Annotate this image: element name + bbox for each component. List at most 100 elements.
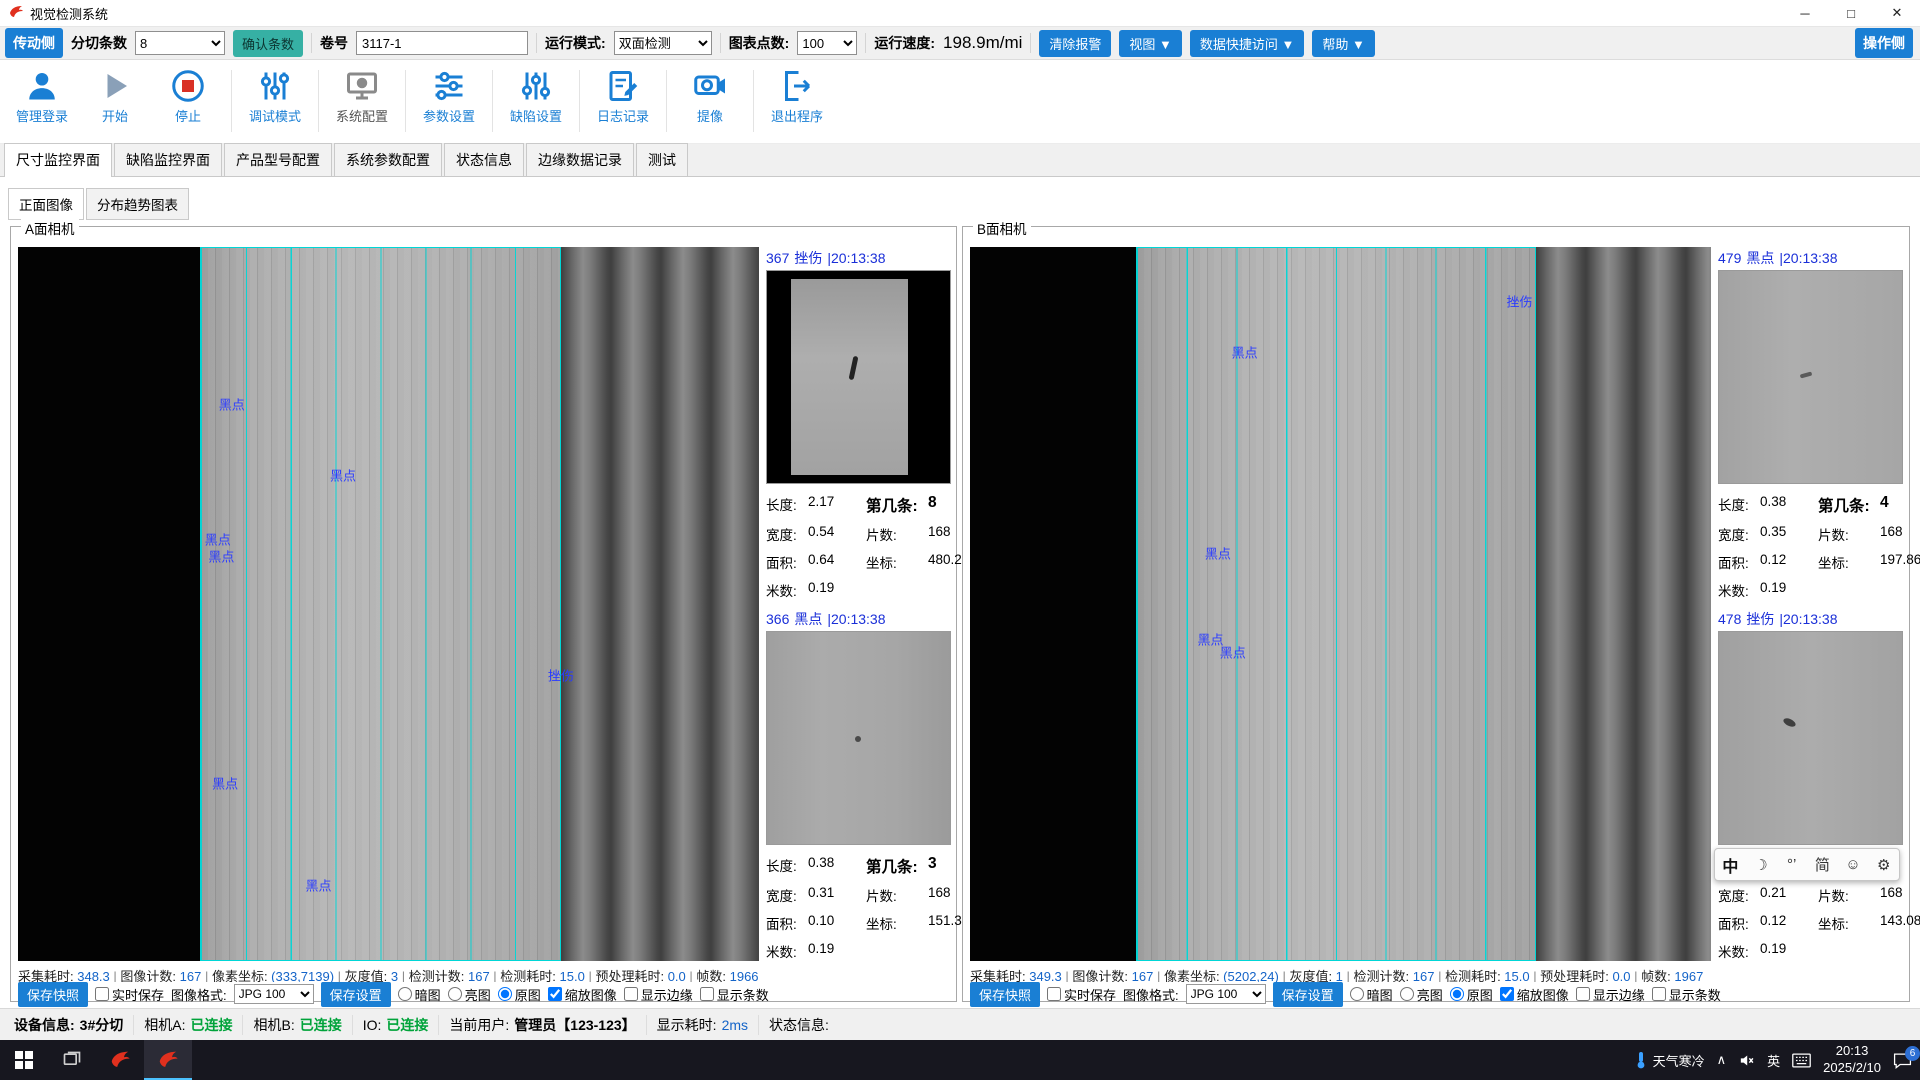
view-menu-button[interactable]: 视图 ▼ — [1119, 30, 1181, 57]
show-count-checkbox[interactable]: 显示条数 — [1652, 985, 1721, 1004]
tab-test[interactable]: 测试 — [636, 143, 688, 176]
defect-stats: 长度:0.38 第几条:4 宽度:0.35 片数:168 面积:0.12 坐标:… — [1718, 484, 1903, 600]
main-tab-strip: 尺寸监控界面 缺陷监控界面 产品型号配置 系统参数配置 状态信息 边缘数据记录 … — [0, 144, 1920, 177]
capture-button[interactable]: 提像 — [680, 68, 740, 125]
bright-image-radio[interactable]: 亮图 — [448, 985, 491, 1004]
language-indicator[interactable]: 英 — [1767, 1051, 1780, 1070]
realtime-save-input[interactable] — [1047, 987, 1061, 1001]
show-edge-checkbox[interactable]: 显示边缘 — [1576, 985, 1645, 1004]
save-snapshot-button[interactable]: 保存快照 — [18, 982, 88, 1007]
ime-simplified-button[interactable]: 简 — [1807, 854, 1838, 875]
material-patch — [1719, 632, 1902, 844]
maximize-button[interactable]: □ — [1828, 0, 1874, 26]
save-settings-button[interactable]: 保存设置 — [1273, 982, 1343, 1007]
confirm-count-button[interactable]: 确认条数 — [233, 30, 303, 57]
equalizer-icon — [518, 68, 554, 104]
roll-number-input[interactable] — [356, 31, 528, 55]
tab-product-model-config[interactable]: 产品型号配置 — [224, 143, 332, 176]
touch-keyboard-icon[interactable] — [1792, 1053, 1811, 1068]
pieces-label: 片数: — [866, 524, 928, 544]
original-image-radio[interactable]: 原图 — [1450, 985, 1493, 1004]
data-quick-access-button[interactable]: 数据快捷访问 ▼ — [1190, 30, 1304, 57]
defect-thumbnail — [1718, 270, 1903, 484]
defect-card[interactable]: 479 黑点 |20:13:38 长度:0.38 第几条:4 宽度:0.35 片… — [1718, 247, 1903, 600]
dark-image-radio[interactable]: 暗图 — [398, 985, 441, 1004]
subtab-trend-chart[interactable]: 分布趋势图表 — [86, 188, 189, 220]
system-config-button[interactable]: 系统配置 — [332, 68, 392, 125]
image-format-label: 图像格式: — [171, 985, 227, 1004]
realtime-save-checkbox[interactable]: 实时保存 — [95, 985, 164, 1004]
realtime-save-checkbox[interactable]: 实时保存 — [1047, 985, 1116, 1004]
camera-b-image[interactable]: 黑点挫伤黑点黑点黑点 — [970, 247, 1711, 961]
drive-side-button[interactable]: 传动侧 — [5, 28, 63, 58]
close-button[interactable]: ✕ — [1874, 0, 1920, 26]
chart-points-label: 图表点数: — [729, 33, 790, 53]
tray-expand-icon[interactable]: ∧ — [1717, 1052, 1727, 1068]
notification-center-icon[interactable]: 6 — [1893, 1052, 1912, 1069]
volume-muted-icon[interactable] — [1738, 1052, 1755, 1069]
width-label: 宽度: — [1718, 524, 1760, 544]
help-menu-button[interactable]: 帮助 ▼ — [1312, 30, 1374, 57]
ime-emoji-icon[interactable]: ☺ — [1838, 856, 1869, 873]
clock[interactable]: 20:13 2025/2/10 — [1823, 1043, 1881, 1077]
defect-type: 挫伤 — [1746, 609, 1774, 629]
start-button[interactable]: 开始 — [85, 68, 145, 125]
tab-defect-monitor[interactable]: 缺陷监控界面 — [114, 143, 222, 176]
meters-label: 米数: — [766, 941, 808, 961]
tab-status-info[interactable]: 状态信息 — [444, 143, 524, 176]
current-user: 当前用户:管理员【123-123】 — [439, 1015, 646, 1035]
defect-card[interactable]: 478 挫伤 |20:13:38 长度:0.57 第几条:3 宽度:0.21 片… — [1718, 608, 1903, 961]
show-count-checkbox[interactable]: 显示条数 — [700, 985, 769, 1004]
width-value: 0.31 — [808, 885, 866, 905]
show-edge-checkbox[interactable]: 显示边缘 — [624, 985, 693, 1004]
camera-a-connection: 相机A:已连接 — [134, 1015, 243, 1035]
bright-image-radio[interactable]: 亮图 — [1400, 985, 1443, 1004]
icon-toolbar: 管理登录 开始 停止 调试模式 系统配置 参数设置 缺陷设置 日志记录 提像 退… — [0, 61, 1920, 144]
ime-settings-icon[interactable]: ⚙ — [1868, 856, 1899, 874]
exit-program-button[interactable]: 退出程序 — [767, 68, 827, 125]
dark-image-radio[interactable]: 暗图 — [1350, 985, 1393, 1004]
realtime-save-input[interactable] — [95, 987, 109, 1001]
stop-button[interactable]: 停止 — [158, 68, 218, 125]
run-mode-select[interactable]: 双面检测 — [614, 31, 712, 55]
slit-count-select[interactable]: 8 — [135, 31, 225, 55]
taskbar-app-icon[interactable] — [96, 1040, 144, 1080]
defect-type: 黑点 — [1746, 248, 1774, 268]
ime-punctuation-icon[interactable]: °’ — [1776, 856, 1807, 873]
defect-card[interactable]: 366 黑点 |20:13:38 长度:0.38 第几条:3 宽度:0.31 片… — [766, 608, 951, 961]
ime-language-mode-button[interactable]: 中 — [1715, 853, 1746, 877]
image-format-select[interactable]: JPG 100 — [234, 984, 314, 1004]
play-icon — [97, 68, 133, 104]
admin-login-button[interactable]: 管理登录 — [12, 68, 72, 125]
clear-alarm-button[interactable]: 清除报警 — [1039, 30, 1111, 57]
weather-item[interactable]: 天气寒冷 — [1634, 1051, 1705, 1070]
start-button[interactable] — [0, 1040, 48, 1080]
save-snapshot-button[interactable]: 保存快照 — [970, 982, 1040, 1007]
tab-edge-data-record[interactable]: 边缘数据记录 — [526, 143, 634, 176]
defect-id: 479 — [1718, 250, 1741, 266]
camera-a-image[interactable]: 黑点黑点黑点黑点挫伤黑点黑点 — [18, 247, 759, 961]
zoom-image-checkbox[interactable]: 缩放图像 — [548, 985, 617, 1004]
original-image-radio[interactable]: 原图 — [498, 985, 541, 1004]
operate-side-button[interactable]: 操作侧 — [1855, 28, 1913, 58]
tab-size-monitor[interactable]: 尺寸监控界面 — [4, 143, 112, 177]
zoom-image-checkbox[interactable]: 缩放图像 — [1500, 985, 1569, 1004]
minimize-button[interactable]: ─ — [1782, 0, 1828, 26]
save-settings-button[interactable]: 保存设置 — [321, 982, 391, 1007]
width-value: 0.54 — [808, 524, 866, 544]
debug-mode-button[interactable]: 调试模式 — [245, 68, 305, 125]
task-view-icon[interactable] — [48, 1040, 96, 1080]
defect-card[interactable]: 367 挫伤 |20:13:38 长度:2.17 第几条:8 宽度:0.54 片… — [766, 247, 951, 600]
tab-system-param-config[interactable]: 系统参数配置 — [334, 143, 442, 176]
subtab-front-image[interactable]: 正面图像 — [8, 188, 84, 220]
param-settings-button[interactable]: 参数设置 — [419, 68, 479, 125]
image-format-select[interactable]: JPG 100 — [1186, 984, 1266, 1004]
ime-fullwidth-icon[interactable]: ☽ — [1746, 856, 1777, 874]
camera-icon — [692, 68, 728, 104]
defect-settings-button[interactable]: 缺陷设置 — [506, 68, 566, 125]
defect-thumbnail — [1718, 631, 1903, 845]
taskbar-app-icon-active[interactable] — [144, 1040, 192, 1080]
ime-toolbar: 中 ☽ °’ 简 ☺ ⚙ — [1714, 848, 1900, 881]
chart-points-select[interactable]: 100 — [797, 31, 857, 55]
log-record-button[interactable]: 日志记录 — [593, 68, 653, 125]
